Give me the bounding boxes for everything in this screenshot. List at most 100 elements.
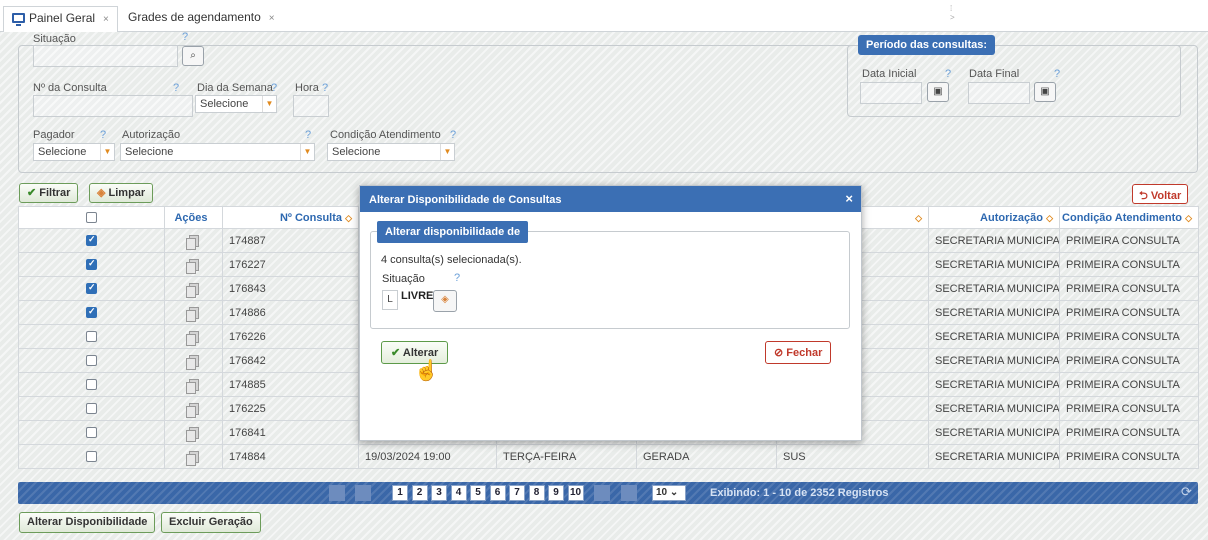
dia-select[interactable]: Selecione ▼ bbox=[195, 95, 277, 113]
copy-icon[interactable] bbox=[185, 378, 199, 394]
filtrar-button[interactable]: ✔ Filtrar bbox=[19, 183, 79, 203]
row-action-cell[interactable] bbox=[164, 444, 223, 469]
page-button[interactable]: 1 bbox=[392, 485, 408, 501]
data-final-input[interactable] bbox=[968, 82, 1030, 104]
row-checkbox[interactable] bbox=[86, 427, 97, 439]
copy-icon[interactable] bbox=[185, 450, 199, 466]
hora-input[interactable] bbox=[293, 95, 329, 117]
copy-icon[interactable] bbox=[185, 330, 199, 346]
refresh-icon[interactable]: ⟳ bbox=[1181, 484, 1192, 500]
row-action-cell[interactable] bbox=[18, 252, 165, 277]
row-checkbox[interactable] bbox=[86, 282, 97, 295]
row-action-cell[interactable] bbox=[18, 444, 165, 469]
tab-grades[interactable]: Grades de agendamento × bbox=[120, 6, 283, 32]
table-row[interactable]: 174884 19/03/2024 19:00 TERÇA-FEIRA GERADA S… bbox=[18, 444, 1199, 469]
copy-icon[interactable] bbox=[185, 258, 199, 274]
alterar-disponibilidade-button[interactable]: Alterar Disponibilidade bbox=[19, 512, 156, 533]
row-action-cell[interactable] bbox=[164, 372, 223, 397]
pagador-select[interactable]: Selecione ▼ bbox=[33, 143, 115, 161]
row-action-cell[interactable] bbox=[164, 300, 223, 325]
row-action-cell[interactable] bbox=[18, 300, 165, 325]
help-icon[interactable]: ? bbox=[1054, 68, 1060, 80]
row-checkbox[interactable] bbox=[86, 355, 97, 367]
excluir-geracao-button[interactable]: Excluir Geração bbox=[161, 512, 261, 533]
copy-icon[interactable] bbox=[185, 234, 199, 250]
autorizacao-select[interactable]: Selecione ▼ bbox=[120, 143, 315, 161]
prev-page-button[interactable] bbox=[355, 485, 371, 501]
calendar-button[interactable]: ▣ bbox=[927, 82, 949, 102]
row-checkbox[interactable] bbox=[86, 331, 97, 343]
copy-icon[interactable] bbox=[185, 282, 199, 298]
sort-icon[interactable]: ◇ bbox=[1046, 213, 1053, 223]
select-all-checkbox[interactable] bbox=[86, 212, 97, 224]
page-button[interactable]: 6 bbox=[489, 485, 506, 501]
close-icon[interactable]: × bbox=[845, 191, 853, 206]
autorizacao-header[interactable]: Autorização ◇ bbox=[928, 206, 1060, 229]
page-button[interactable]: 2 bbox=[411, 485, 428, 501]
help-icon[interactable]: ? bbox=[173, 82, 179, 94]
select-all-header[interactable] bbox=[18, 206, 165, 229]
help-icon[interactable]: ? bbox=[450, 129, 456, 141]
row-action-cell[interactable] bbox=[18, 228, 165, 253]
row-checkbox[interactable] bbox=[86, 306, 97, 319]
help-icon[interactable]: ? bbox=[271, 82, 277, 94]
search-button[interactable]: ⌕ bbox=[182, 46, 204, 66]
numero-header[interactable]: Nº Consulta ◇ bbox=[222, 206, 359, 229]
close-icon[interactable]: × bbox=[103, 14, 109, 25]
calendar-button[interactable]: ▣ bbox=[1034, 82, 1056, 102]
row-action-cell[interactable] bbox=[164, 396, 223, 421]
page-button[interactable]: 9 bbox=[548, 485, 564, 501]
help-icon[interactable]: ? bbox=[945, 68, 951, 80]
close-icon[interactable]: × bbox=[269, 13, 275, 24]
row-action-cell[interactable] bbox=[164, 420, 223, 445]
row-action-cell[interactable] bbox=[18, 276, 165, 301]
condicao-select[interactable]: Selecione ▼ bbox=[327, 143, 455, 161]
row-action-cell[interactable] bbox=[18, 372, 165, 397]
row-action-cell[interactable] bbox=[164, 252, 223, 277]
fechar-button[interactable]: ⊘ Fechar bbox=[765, 341, 832, 364]
row-action-cell[interactable] bbox=[164, 276, 223, 301]
row-checkbox[interactable] bbox=[86, 379, 97, 391]
help-icon[interactable]: ? bbox=[100, 129, 106, 141]
status-code-input[interactable]: L bbox=[382, 290, 398, 310]
page-button[interactable]: 8 bbox=[528, 485, 545, 501]
row-checkbox[interactable] bbox=[86, 403, 97, 415]
page-button[interactable]: 4 bbox=[450, 485, 467, 501]
last-page-button[interactable] bbox=[621, 485, 637, 501]
data-inicial-input[interactable] bbox=[860, 82, 922, 104]
help-icon[interactable]: ? bbox=[305, 129, 311, 141]
copy-icon[interactable] bbox=[185, 426, 199, 442]
page-button[interactable]: 3 bbox=[431, 485, 447, 501]
help-icon[interactable]: ? bbox=[322, 82, 328, 94]
limpar-button[interactable]: ◈ Limpar bbox=[89, 183, 154, 203]
copy-icon[interactable] bbox=[185, 354, 199, 370]
page-button[interactable]: 10 bbox=[567, 485, 584, 501]
row-checkbox[interactable] bbox=[86, 258, 97, 271]
next-page-button[interactable] bbox=[594, 485, 610, 501]
resize-grip-icon[interactable]: ⁞ > bbox=[950, 4, 955, 22]
row-action-cell[interactable] bbox=[164, 228, 223, 253]
row-checkbox[interactable] bbox=[86, 234, 97, 247]
rows-per-page-select[interactable]: 10 ⌄ bbox=[652, 485, 686, 501]
page-button[interactable]: 7 bbox=[509, 485, 525, 501]
sort-icon[interactable]: ◇ bbox=[1185, 213, 1192, 223]
help-icon[interactable]: ? bbox=[454, 272, 460, 284]
sort-icon[interactable]: ◇ bbox=[915, 213, 922, 223]
copy-icon[interactable] bbox=[185, 402, 199, 418]
clear-status-button[interactable]: ◈ bbox=[433, 290, 457, 312]
tab-painel-geral[interactable]: Painel Geral × bbox=[3, 6, 118, 32]
page-button[interactable]: 5 bbox=[470, 485, 486, 501]
row-action-cell[interactable] bbox=[18, 420, 165, 445]
condicao-header[interactable]: Condição Atendimento ◇ bbox=[1059, 206, 1199, 229]
first-page-button[interactable] bbox=[329, 485, 345, 501]
row-action-cell[interactable] bbox=[164, 348, 223, 373]
sort-icon[interactable]: ◇ bbox=[345, 213, 352, 223]
row-action-cell[interactable] bbox=[18, 324, 165, 349]
row-action-cell[interactable] bbox=[18, 348, 165, 373]
situacao-input[interactable] bbox=[33, 45, 178, 67]
numero-input[interactable] bbox=[33, 95, 193, 117]
help-icon[interactable]: ? bbox=[182, 31, 188, 43]
row-checkbox[interactable] bbox=[86, 451, 97, 463]
row-action-cell[interactable] bbox=[18, 396, 165, 421]
row-action-cell[interactable] bbox=[164, 324, 223, 349]
